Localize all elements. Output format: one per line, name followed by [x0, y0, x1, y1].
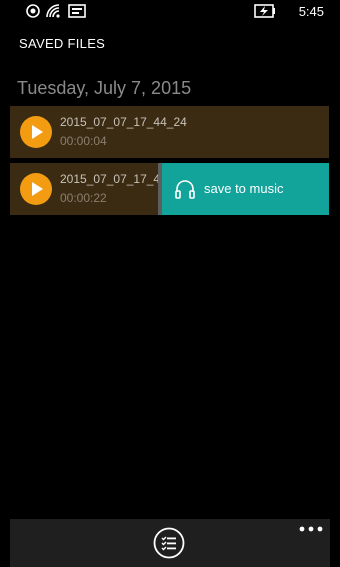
- saved-file-row[interactable]: 2015_07_07_17_41 00:00:22 save to music: [10, 163, 329, 215]
- more-dots-icon: [299, 526, 323, 532]
- battery-charging-icon: [254, 4, 276, 23]
- file-name: 2015_07_07_17_41: [60, 172, 167, 186]
- location-icon: [26, 4, 40, 23]
- save-to-music-button[interactable]: save to music: [158, 163, 329, 215]
- status-time: 5:45: [298, 4, 324, 19]
- play-button[interactable]: [20, 173, 52, 205]
- file-duration: 00:00:04: [60, 134, 107, 148]
- app-bar: [10, 519, 330, 567]
- list-checklist-icon: [153, 527, 185, 559]
- saved-file-row[interactable]: 2015_07_07_17_44_24 00:00:04: [10, 106, 329, 158]
- file-name: 2015_07_07_17_44_24: [60, 115, 187, 129]
- message-icon: [68, 4, 86, 23]
- date-group-header: Tuesday, July 7, 2015: [17, 78, 192, 98]
- headphones-icon: [175, 180, 195, 199]
- play-icon: [32, 182, 43, 196]
- swipe-divider: [158, 163, 162, 215]
- play-icon: [32, 125, 43, 139]
- play-button[interactable]: [20, 116, 52, 148]
- wifi-icon: [46, 4, 62, 23]
- status-bar: 5:45: [0, 0, 340, 24]
- page-title: SAVED FILES: [19, 36, 106, 51]
- save-to-music-label: save to music: [204, 181, 284, 196]
- list-button[interactable]: [153, 527, 185, 559]
- more-options-button[interactable]: [298, 521, 324, 532]
- file-duration: 00:00:22: [60, 191, 107, 205]
